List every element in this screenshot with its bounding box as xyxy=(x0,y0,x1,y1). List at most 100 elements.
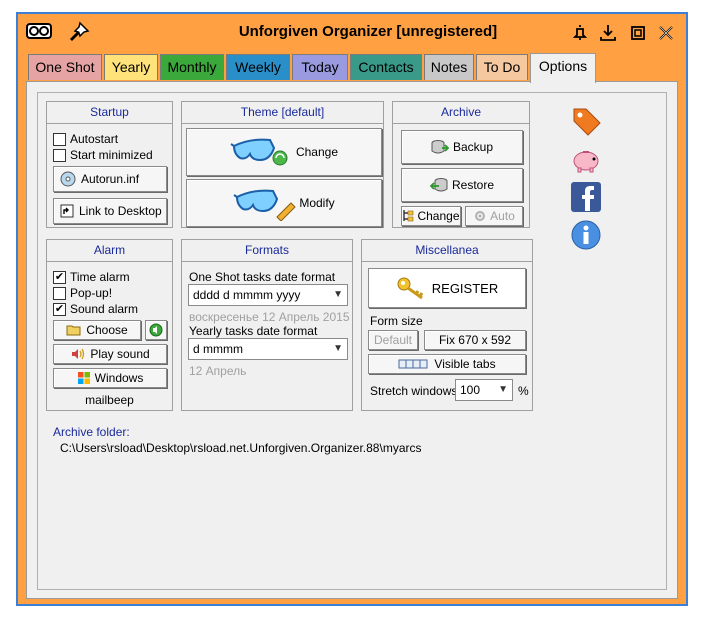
autostart-checkbox[interactable]: Autostart xyxy=(53,132,118,146)
alarm-group: Alarm ✔ Time alarm Pop-up! ✔ Sound alarm… xyxy=(46,239,173,411)
info-icon[interactable] xyxy=(570,219,602,251)
start-minimized-checkbox[interactable]: Start minimized xyxy=(53,148,153,162)
title-bar: Unforgiven Organizer [unregistered] xyxy=(18,14,686,50)
tab-todo[interactable]: To Do xyxy=(476,54,528,80)
piggy-bank-icon[interactable] xyxy=(570,143,602,175)
sound-alarm-check-box[interactable]: ✔ xyxy=(53,302,66,316)
oneshot-format-label: One Shot tasks date format xyxy=(189,270,336,284)
goggles-refresh-icon xyxy=(230,138,288,166)
minimize-to-tray-icon[interactable] xyxy=(598,23,618,43)
stretch-windows-select[interactable]: 100 ▼ xyxy=(455,379,513,401)
tabs-icon xyxy=(398,359,428,369)
close-icon[interactable] xyxy=(656,23,676,43)
sound-bell-icon[interactable] xyxy=(570,23,590,43)
app-logo-icon[interactable] xyxy=(26,21,52,43)
chevron-down-icon[interactable]: ▼ xyxy=(333,285,343,305)
restore-button[interactable]: Restore xyxy=(401,168,523,202)
tab-options[interactable]: Options xyxy=(530,53,596,83)
tab-one-shot[interactable]: One Shot xyxy=(28,54,102,80)
folder-open-icon xyxy=(66,325,81,336)
start-minimized-label: Start minimized xyxy=(70,148,153,162)
popup-label: Pop-up! xyxy=(70,286,113,300)
autorun-label: Autorun.inf xyxy=(81,172,140,186)
archive-auto-button[interactable]: Auto xyxy=(465,206,523,226)
oneshot-format-preview: воскресенье 12 Апрель 2015 xyxy=(189,310,350,324)
archive-folder-label: Archive folder: xyxy=(53,425,130,439)
popup-check-box[interactable] xyxy=(53,286,66,300)
start-minimized-check-box[interactable] xyxy=(53,148,66,162)
play-sound-button[interactable]: Play sound xyxy=(53,344,167,364)
theme-group: Theme [default] Change Modify xyxy=(181,101,384,228)
gear-icon xyxy=(475,211,486,221)
sound-name: mailbeep xyxy=(85,393,134,407)
archive-change-label: Change xyxy=(417,209,460,223)
yearly-format-select[interactable]: d mmmm ▼ xyxy=(188,338,348,360)
speaker-icon xyxy=(149,323,163,337)
startup-group: Startup Autostart Start minimized Autoru… xyxy=(46,101,173,228)
link-to-desktop-label: Link to Desktop xyxy=(79,204,162,218)
stretch-windows-label: Stretch windows xyxy=(370,384,458,398)
windows-sounds-button[interactable]: Windows xyxy=(53,368,167,388)
visible-tabs-label: Visible tabs xyxy=(434,357,496,371)
form-size-label: Form size xyxy=(370,314,423,328)
stretch-windows-value: 100 xyxy=(460,383,481,397)
cd-icon xyxy=(60,171,76,187)
options-panel: Startup Autostart Start minimized Autoru… xyxy=(26,81,678,599)
oneshot-format-value: dddd d mmmm yyyy xyxy=(193,288,301,302)
options-inner-frame: Startup Autostart Start minimized Autoru… xyxy=(37,92,667,590)
chevron-down-icon[interactable]: ▼ xyxy=(333,339,343,359)
tab-notes[interactable]: Notes xyxy=(424,54,474,80)
goggles-pencil-icon xyxy=(233,189,297,221)
time-alarm-checkbox[interactable]: ✔ Time alarm xyxy=(53,270,130,284)
chevron-down-icon[interactable]: ▼ xyxy=(498,380,508,400)
tag-icon[interactable] xyxy=(570,105,602,137)
theme-title: Theme [default] xyxy=(182,102,383,124)
windows-logo-icon xyxy=(77,372,90,384)
register-label: REGISTER xyxy=(431,280,499,296)
database-export-icon xyxy=(431,140,449,154)
theme-modify-button[interactable]: Modify xyxy=(186,179,382,227)
choose-sound-label: Choose xyxy=(86,323,128,337)
alarm-title: Alarm xyxy=(47,240,172,262)
tab-yearly[interactable]: Yearly xyxy=(104,54,158,80)
popup-checkbox[interactable]: Pop-up! xyxy=(53,286,112,300)
oneshot-format-select[interactable]: dddd d mmmm yyyy ▼ xyxy=(188,284,348,306)
speaker-test-button[interactable] xyxy=(145,320,167,340)
theme-change-label: Change xyxy=(295,145,339,159)
yearly-format-value: d mmmm xyxy=(193,342,243,356)
windows-sounds-label: Windows xyxy=(94,371,144,385)
visible-tabs-button[interactable]: Visible tabs xyxy=(368,354,526,374)
facebook-icon[interactable] xyxy=(570,181,602,213)
archive-auto-label: Auto xyxy=(490,209,515,223)
theme-modify-label: Modify xyxy=(299,196,335,210)
sound-alarm-checkbox[interactable]: ✔ Sound alarm xyxy=(53,302,138,316)
tab-contacts[interactable]: Contacts xyxy=(350,54,422,80)
fix-size-label: Fix 670 x 592 xyxy=(438,333,512,347)
link-to-desktop-button[interactable]: Link to Desktop xyxy=(53,198,167,224)
tab-weekly[interactable]: Weekly xyxy=(226,54,290,80)
time-alarm-check-box[interactable]: ✔ xyxy=(53,270,66,284)
choose-sound-button[interactable]: Choose xyxy=(53,320,141,340)
play-sound-label: Play sound xyxy=(90,347,150,361)
autorun-button[interactable]: Autorun.inf xyxy=(53,166,167,192)
sound-alarm-label: Sound alarm xyxy=(70,302,139,316)
yearly-format-preview: 12 Апрель xyxy=(189,364,247,378)
database-import-icon xyxy=(429,178,448,192)
key-icon xyxy=(397,277,424,300)
tab-today[interactable]: Today xyxy=(292,54,348,80)
yearly-format-label: Yearly tasks date format xyxy=(189,324,318,338)
window-title: Unforgiven Organizer [unregistered] xyxy=(238,23,498,40)
register-button[interactable]: REGISTER xyxy=(368,268,526,308)
sound-wave-icon xyxy=(72,348,85,360)
autostart-check-box[interactable] xyxy=(53,132,66,146)
fix-size-button[interactable]: Fix 670 x 592 xyxy=(424,330,526,350)
autostart-label: Autostart xyxy=(70,132,119,146)
maximize-icon[interactable] xyxy=(628,23,648,43)
tab-monthly[interactable]: Monthly xyxy=(160,54,224,80)
backup-button[interactable]: Backup xyxy=(401,130,523,164)
archive-change-button[interactable]: Change xyxy=(401,206,461,226)
app-window: Unforgiven Organizer [unregistered] One … xyxy=(16,12,688,606)
theme-change-button[interactable]: Change xyxy=(186,128,382,176)
pin-icon[interactable] xyxy=(68,21,92,43)
default-size-button[interactable]: Default xyxy=(368,330,418,350)
